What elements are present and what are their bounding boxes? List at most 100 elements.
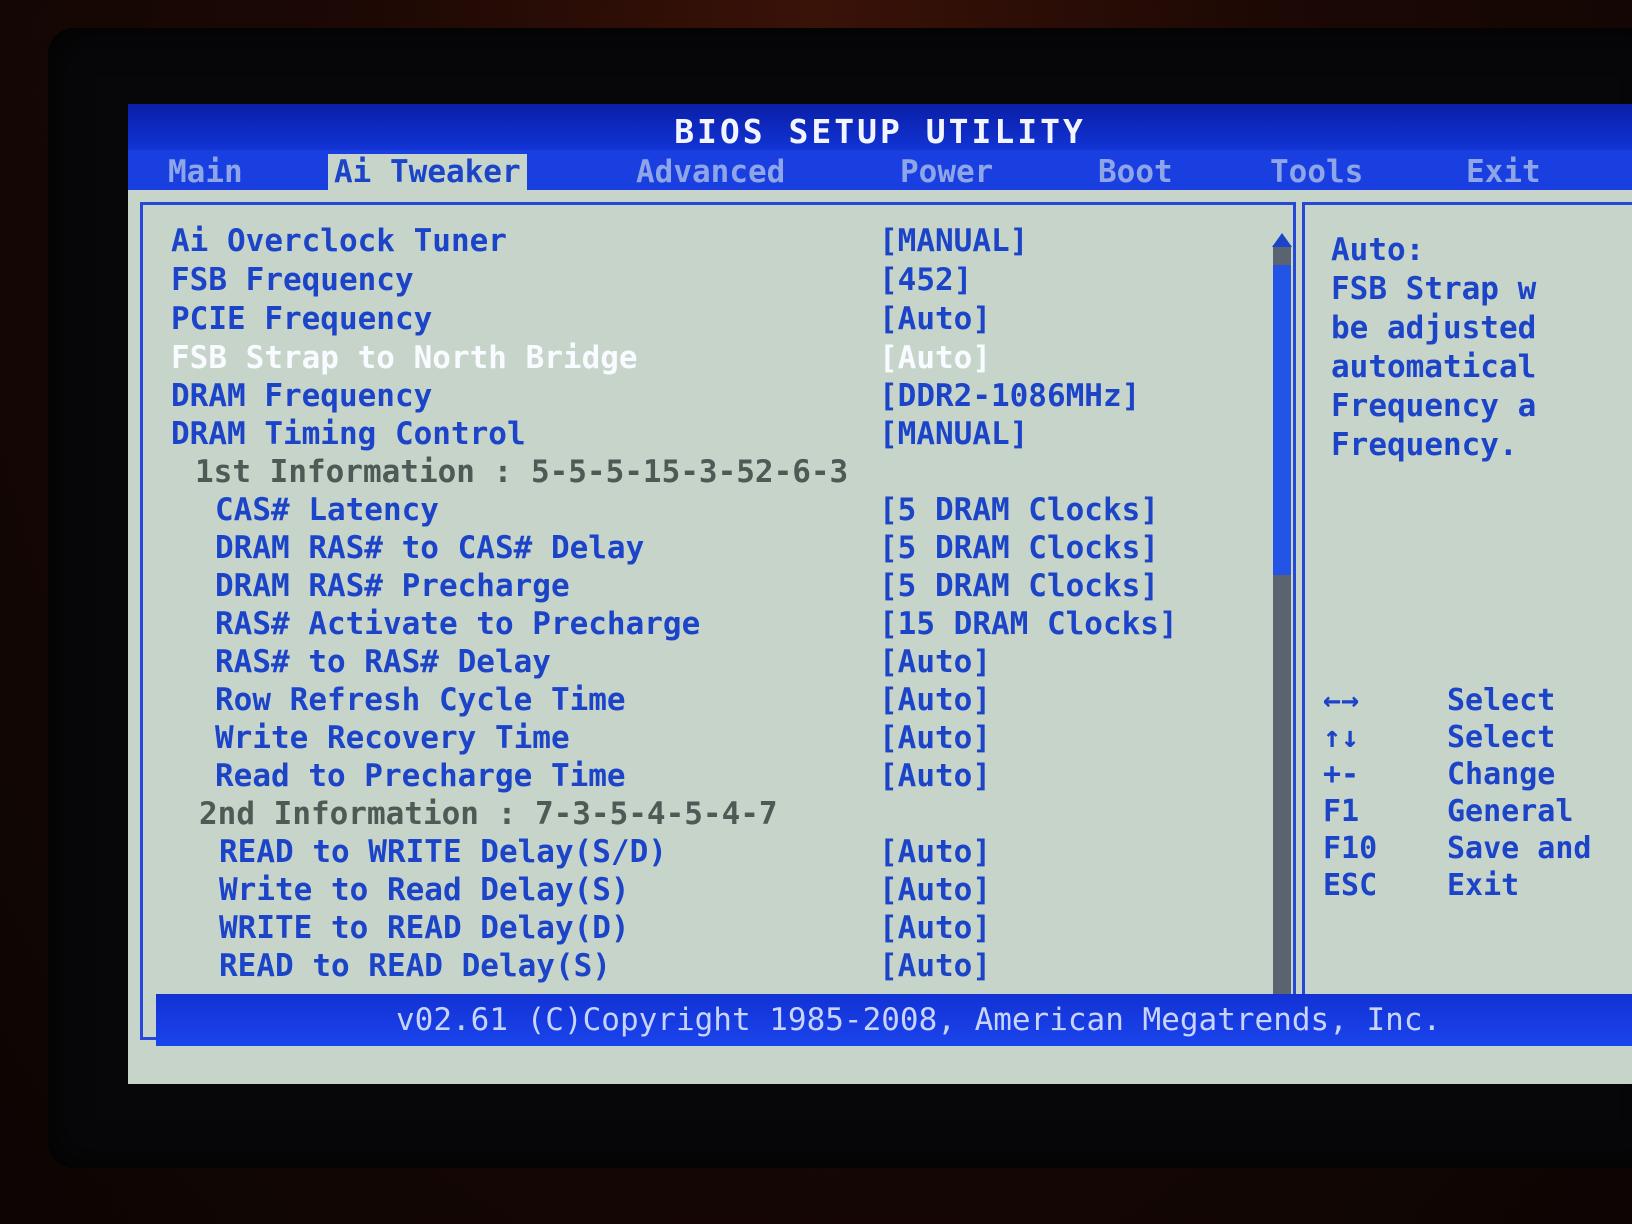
help-line: be adjusted	[1331, 310, 1537, 346]
timing-info-2nd: 2nd Information : 7-3-5-4-5-4-7	[199, 796, 1261, 832]
setting-fsb-frequency[interactable]: FSB Frequency [452]	[171, 262, 1261, 298]
plus-minus-key: +-	[1323, 757, 1360, 792]
tab-power[interactable]: Power	[900, 154, 993, 190]
setting-cas-latency[interactable]: CAS# Latency [5 DRAM Clocks]	[215, 492, 1261, 528]
setting-ras-to-cas-delay[interactable]: DRAM RAS# to CAS# Delay [5 DRAM Clocks]	[215, 530, 1261, 566]
key-hint-desc: Exit	[1447, 868, 1520, 903]
title-bar: BIOS SETUP UTILITY	[128, 104, 1632, 154]
tab-advanced[interactable]: Advanced	[636, 154, 785, 190]
timing-info-1st: 1st Information : 5-5-5-15-3-52-6-3	[195, 454, 1261, 490]
setting-value[interactable]: [5 DRAM Clocks]	[879, 492, 1159, 528]
setting-value[interactable]: [15 DRAM Clocks]	[879, 606, 1178, 642]
setting-write-to-read-delay-d[interactable]: WRITE to READ Delay(D) [Auto]	[219, 910, 1261, 946]
scrollbar-thumb[interactable]	[1273, 265, 1291, 575]
tab-ai-tweaker[interactable]: Ai Tweaker	[328, 154, 527, 190]
setting-label: READ to READ Delay(S)	[219, 948, 611, 984]
help-description: Auto: FSB Strap w be adjusted automatica…	[1331, 231, 1632, 465]
setting-value[interactable]: [Auto]	[879, 872, 991, 908]
info-label: 2nd Information : 7-3-5-4-5-4-7	[199, 796, 778, 832]
key-hint-general-help: F1 General	[1323, 794, 1632, 830]
help-panel: Auto: FSB Strap w be adjusted automatica…	[1302, 202, 1632, 1040]
setting-dram-timing-control[interactable]: DRAM Timing Control [MANUAL]	[171, 416, 1261, 452]
scroll-up-arrow-icon[interactable]	[1272, 233, 1292, 247]
setting-value[interactable]: [5 DRAM Clocks]	[879, 530, 1159, 566]
help-line: Auto:	[1331, 232, 1425, 268]
setting-write-recovery-time[interactable]: Write Recovery Time [Auto]	[215, 720, 1261, 756]
setting-label: DRAM Timing Control	[171, 416, 526, 452]
setting-value[interactable]: [Auto]	[879, 834, 991, 870]
setting-ras-to-ras-delay[interactable]: RAS# to RAS# Delay [Auto]	[215, 644, 1261, 680]
setting-label: DRAM RAS# Precharge	[215, 568, 570, 604]
info-label: 1st Information : 5-5-5-15-3-52-6-3	[195, 454, 849, 490]
setting-label: WRITE to READ Delay(D)	[219, 910, 630, 946]
key-hint-change: +- Change	[1323, 757, 1632, 793]
f1-key: F1	[1323, 794, 1360, 829]
setting-read-to-read-delay-s[interactable]: READ to READ Delay(S) [Auto]	[219, 948, 1261, 984]
setting-label: READ to WRITE Delay(S/D)	[219, 834, 667, 870]
esc-key: ESC	[1323, 868, 1378, 903]
setting-label: RAS# to RAS# Delay	[215, 644, 551, 680]
setting-label: Write Recovery Time	[215, 720, 570, 756]
help-line: automatical	[1331, 349, 1537, 385]
menu-bar: Main Ai Tweaker Advanced Power Boot Tool…	[128, 150, 1632, 190]
footer-bar: v02.61 (C)Copyright 1985-2008, American …	[156, 994, 1632, 1046]
tab-main[interactable]: Main	[168, 154, 243, 190]
help-line: FSB Strap w	[1331, 271, 1537, 307]
tab-boot[interactable]: Boot	[1098, 154, 1173, 190]
setting-label: PCIE Frequency	[171, 301, 433, 337]
setting-read-to-write-delay-sd[interactable]: READ to WRITE Delay(S/D) [Auto]	[219, 834, 1261, 870]
setting-pcie-frequency[interactable]: PCIE Frequency [Auto]	[171, 301, 1261, 337]
setting-row-refresh-cycle-time[interactable]: Row Refresh Cycle Time [Auto]	[215, 682, 1261, 718]
key-hint-desc: Select	[1447, 683, 1556, 718]
setting-value[interactable]: [DDR2-1086MHz]	[879, 378, 1140, 414]
bios-title: BIOS SETUP UTILITY	[674, 112, 1086, 151]
setting-value[interactable]: [Auto]	[879, 910, 991, 946]
setting-value[interactable]: [Auto]	[879, 340, 991, 376]
key-hint-save: F10 Save and	[1323, 831, 1632, 867]
setting-read-to-precharge-time[interactable]: Read to Precharge Time [Auto]	[215, 758, 1261, 794]
setting-label: Write to Read Delay(S)	[219, 872, 630, 908]
tab-tools[interactable]: Tools	[1270, 154, 1363, 190]
setting-value[interactable]: [MANUAL]	[879, 223, 1028, 259]
setting-value[interactable]: [Auto]	[879, 720, 991, 756]
setting-value[interactable]: [Auto]	[879, 301, 991, 337]
setting-label: CAS# Latency	[215, 492, 439, 528]
up-down-arrows-icon: ↑↓	[1323, 720, 1360, 755]
key-hint-desc: Select	[1447, 720, 1556, 755]
setting-label: Row Refresh Cycle Time	[215, 682, 626, 718]
tab-exit[interactable]: Exit	[1466, 154, 1541, 190]
setting-write-to-read-delay-s[interactable]: Write to Read Delay(S) [Auto]	[219, 872, 1261, 908]
setting-label: Ai Overclock Tuner	[171, 223, 507, 259]
setting-value[interactable]: [452]	[879, 262, 972, 298]
copyright-text: v02.61 (C)Copyright 1985-2008, American …	[396, 1002, 1442, 1038]
bios-screen: BIOS SETUP UTILITY Main Ai Tweaker Advan…	[128, 104, 1632, 1084]
settings-panel: Ai Overclock Tuner [MANUAL] FSB Frequenc…	[140, 202, 1296, 1040]
setting-label: DRAM Frequency	[171, 378, 433, 414]
setting-label: DRAM RAS# to CAS# Delay	[215, 530, 645, 566]
setting-value[interactable]: [Auto]	[879, 682, 991, 718]
left-right-arrows-icon: ←→	[1323, 683, 1360, 718]
setting-value[interactable]: [Auto]	[879, 948, 991, 984]
setting-ras-activate-to-precharge[interactable]: RAS# Activate to Precharge [15 DRAM Cloc…	[215, 606, 1261, 642]
help-line: Frequency.	[1331, 427, 1518, 463]
setting-fsb-strap-to-north-bridge[interactable]: FSB Strap to North Bridge [Auto]	[171, 340, 1261, 376]
setting-label: Read to Precharge Time	[215, 758, 626, 794]
setting-value[interactable]: [5 DRAM Clocks]	[879, 568, 1159, 604]
key-hint-desc: Save and	[1447, 831, 1592, 866]
help-line: Frequency a	[1331, 388, 1537, 424]
setting-value[interactable]: [MANUAL]	[879, 416, 1028, 452]
setting-ai-overclock-tuner[interactable]: Ai Overclock Tuner [MANUAL]	[171, 223, 1261, 259]
setting-value[interactable]: [Auto]	[879, 758, 991, 794]
setting-dram-frequency[interactable]: DRAM Frequency [DDR2-1086MHz]	[171, 378, 1261, 414]
key-hint-select-item: ↑↓ Select	[1323, 720, 1632, 756]
setting-label: FSB Frequency	[171, 262, 414, 298]
setting-label: FSB Strap to North Bridge	[171, 340, 638, 376]
f10-key: F10	[1323, 831, 1378, 866]
key-hint-select-screen: ←→ Select	[1323, 683, 1632, 719]
key-hint-desc: Change	[1447, 757, 1556, 792]
key-hint-exit: ESC Exit	[1323, 868, 1632, 904]
setting-label: RAS# Activate to Precharge	[215, 606, 701, 642]
key-hint-desc: General	[1447, 794, 1574, 829]
setting-ras-precharge[interactable]: DRAM RAS# Precharge [5 DRAM Clocks]	[215, 568, 1261, 604]
setting-value[interactable]: [Auto]	[879, 644, 991, 680]
